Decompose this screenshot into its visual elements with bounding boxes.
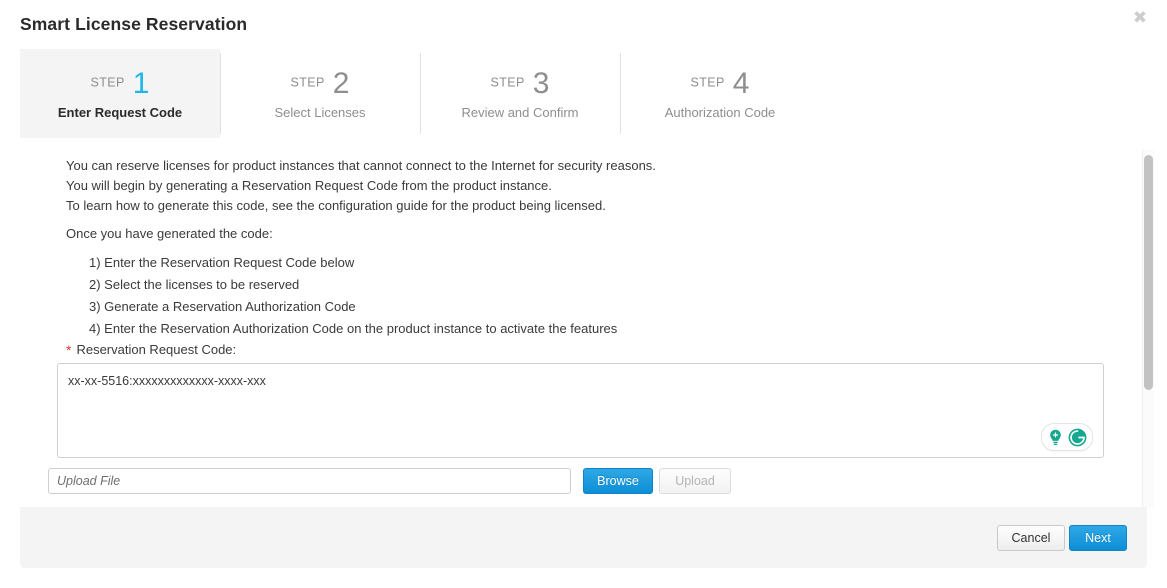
intro-paragraph: You can reserve licenses for product ins… (66, 156, 656, 216)
request-code-label-row: * Reservation Request Code: (66, 341, 236, 357)
step-3-word: STEP (491, 75, 525, 89)
browse-button[interactable]: Browse (583, 468, 653, 494)
cancel-button[interactable]: Cancel (997, 525, 1065, 551)
step-2-head: STEP 2 (220, 66, 420, 99)
step-1-number: 1 (133, 67, 150, 100)
step-3-label: Review and Confirm (420, 105, 620, 120)
dialog-footer: Cancel Next (20, 507, 1147, 568)
step-tab-1[interactable]: STEP 1 Enter Request Code (20, 49, 220, 138)
upload-row: Browse Upload (48, 468, 1104, 494)
step-4-head: STEP 4 (620, 66, 820, 99)
step-3-number: 3 (533, 67, 550, 100)
upload-file-input[interactable] (48, 468, 571, 494)
next-button[interactable]: Next (1069, 525, 1127, 551)
page-title: Smart License Reservation (20, 14, 247, 35)
step-4-label: Authorization Code (620, 105, 820, 120)
intro-line-1: You can reserve licenses for product ins… (66, 156, 656, 176)
step-wizard: STEP 1 Enter Request Code STEP 2 Select Li… (20, 49, 820, 138)
body-scrollbar-thumb[interactable] (1144, 155, 1153, 390)
numbered-instructions: 1) Enter the Reservation Request Code be… (89, 252, 617, 340)
step-tab-3[interactable]: STEP 3 Review and Confirm (420, 49, 620, 138)
request-code-input[interactable] (57, 363, 1104, 458)
step-4-number: 4 (733, 67, 750, 100)
request-code-field-wrap (57, 363, 1104, 458)
step-tab-2[interactable]: STEP 2 Select Licenses (220, 49, 420, 138)
body-scrollbar-track[interactable] (1142, 150, 1154, 508)
instruction-item: 4) Enter the Reservation Authorization C… (89, 318, 617, 340)
dialog-body: You can reserve licenses for product ins… (0, 138, 1167, 505)
upload-button: Upload (659, 468, 731, 494)
step-1-label: Enter Request Code (20, 105, 220, 120)
step-4-word: STEP (691, 75, 725, 89)
step-2-word: STEP (291, 75, 325, 89)
instruction-item: 1) Enter the Reservation Request Code be… (89, 252, 617, 274)
step-3-head: STEP 3 (420, 66, 620, 99)
lightbulb-icon (1046, 428, 1065, 447)
intro-line-3: To learn how to generate this code, see … (66, 196, 656, 216)
required-asterisk: * (66, 342, 71, 358)
grammarly-assistant-badge[interactable] (1041, 423, 1093, 451)
instruction-item: 2) Select the licenses to be reserved (89, 274, 617, 296)
step-tab-4[interactable]: STEP 4 Authorization Code (620, 49, 820, 138)
intro-line-2: You will begin by generating a Reservati… (66, 176, 656, 196)
step-1-head: STEP 1 (20, 66, 220, 99)
request-code-label: Reservation Request Code: (76, 342, 236, 357)
instruction-item: 3) Generate a Reservation Authorization … (89, 296, 617, 318)
dialog-header: Smart License Reservation ✖ (0, 0, 1167, 49)
smart-license-reservation-dialog: Smart License Reservation ✖ STEP 1 Enter … (0, 0, 1167, 588)
step-2-number: 2 (333, 67, 350, 100)
step-1-word: STEP (91, 75, 125, 89)
grammarly-logo-icon (1067, 427, 1088, 448)
close-icon[interactable]: ✖ (1130, 8, 1150, 28)
step-2-label: Select Licenses (220, 105, 420, 120)
once-generated-text: Once you have generated the code: (66, 226, 273, 241)
